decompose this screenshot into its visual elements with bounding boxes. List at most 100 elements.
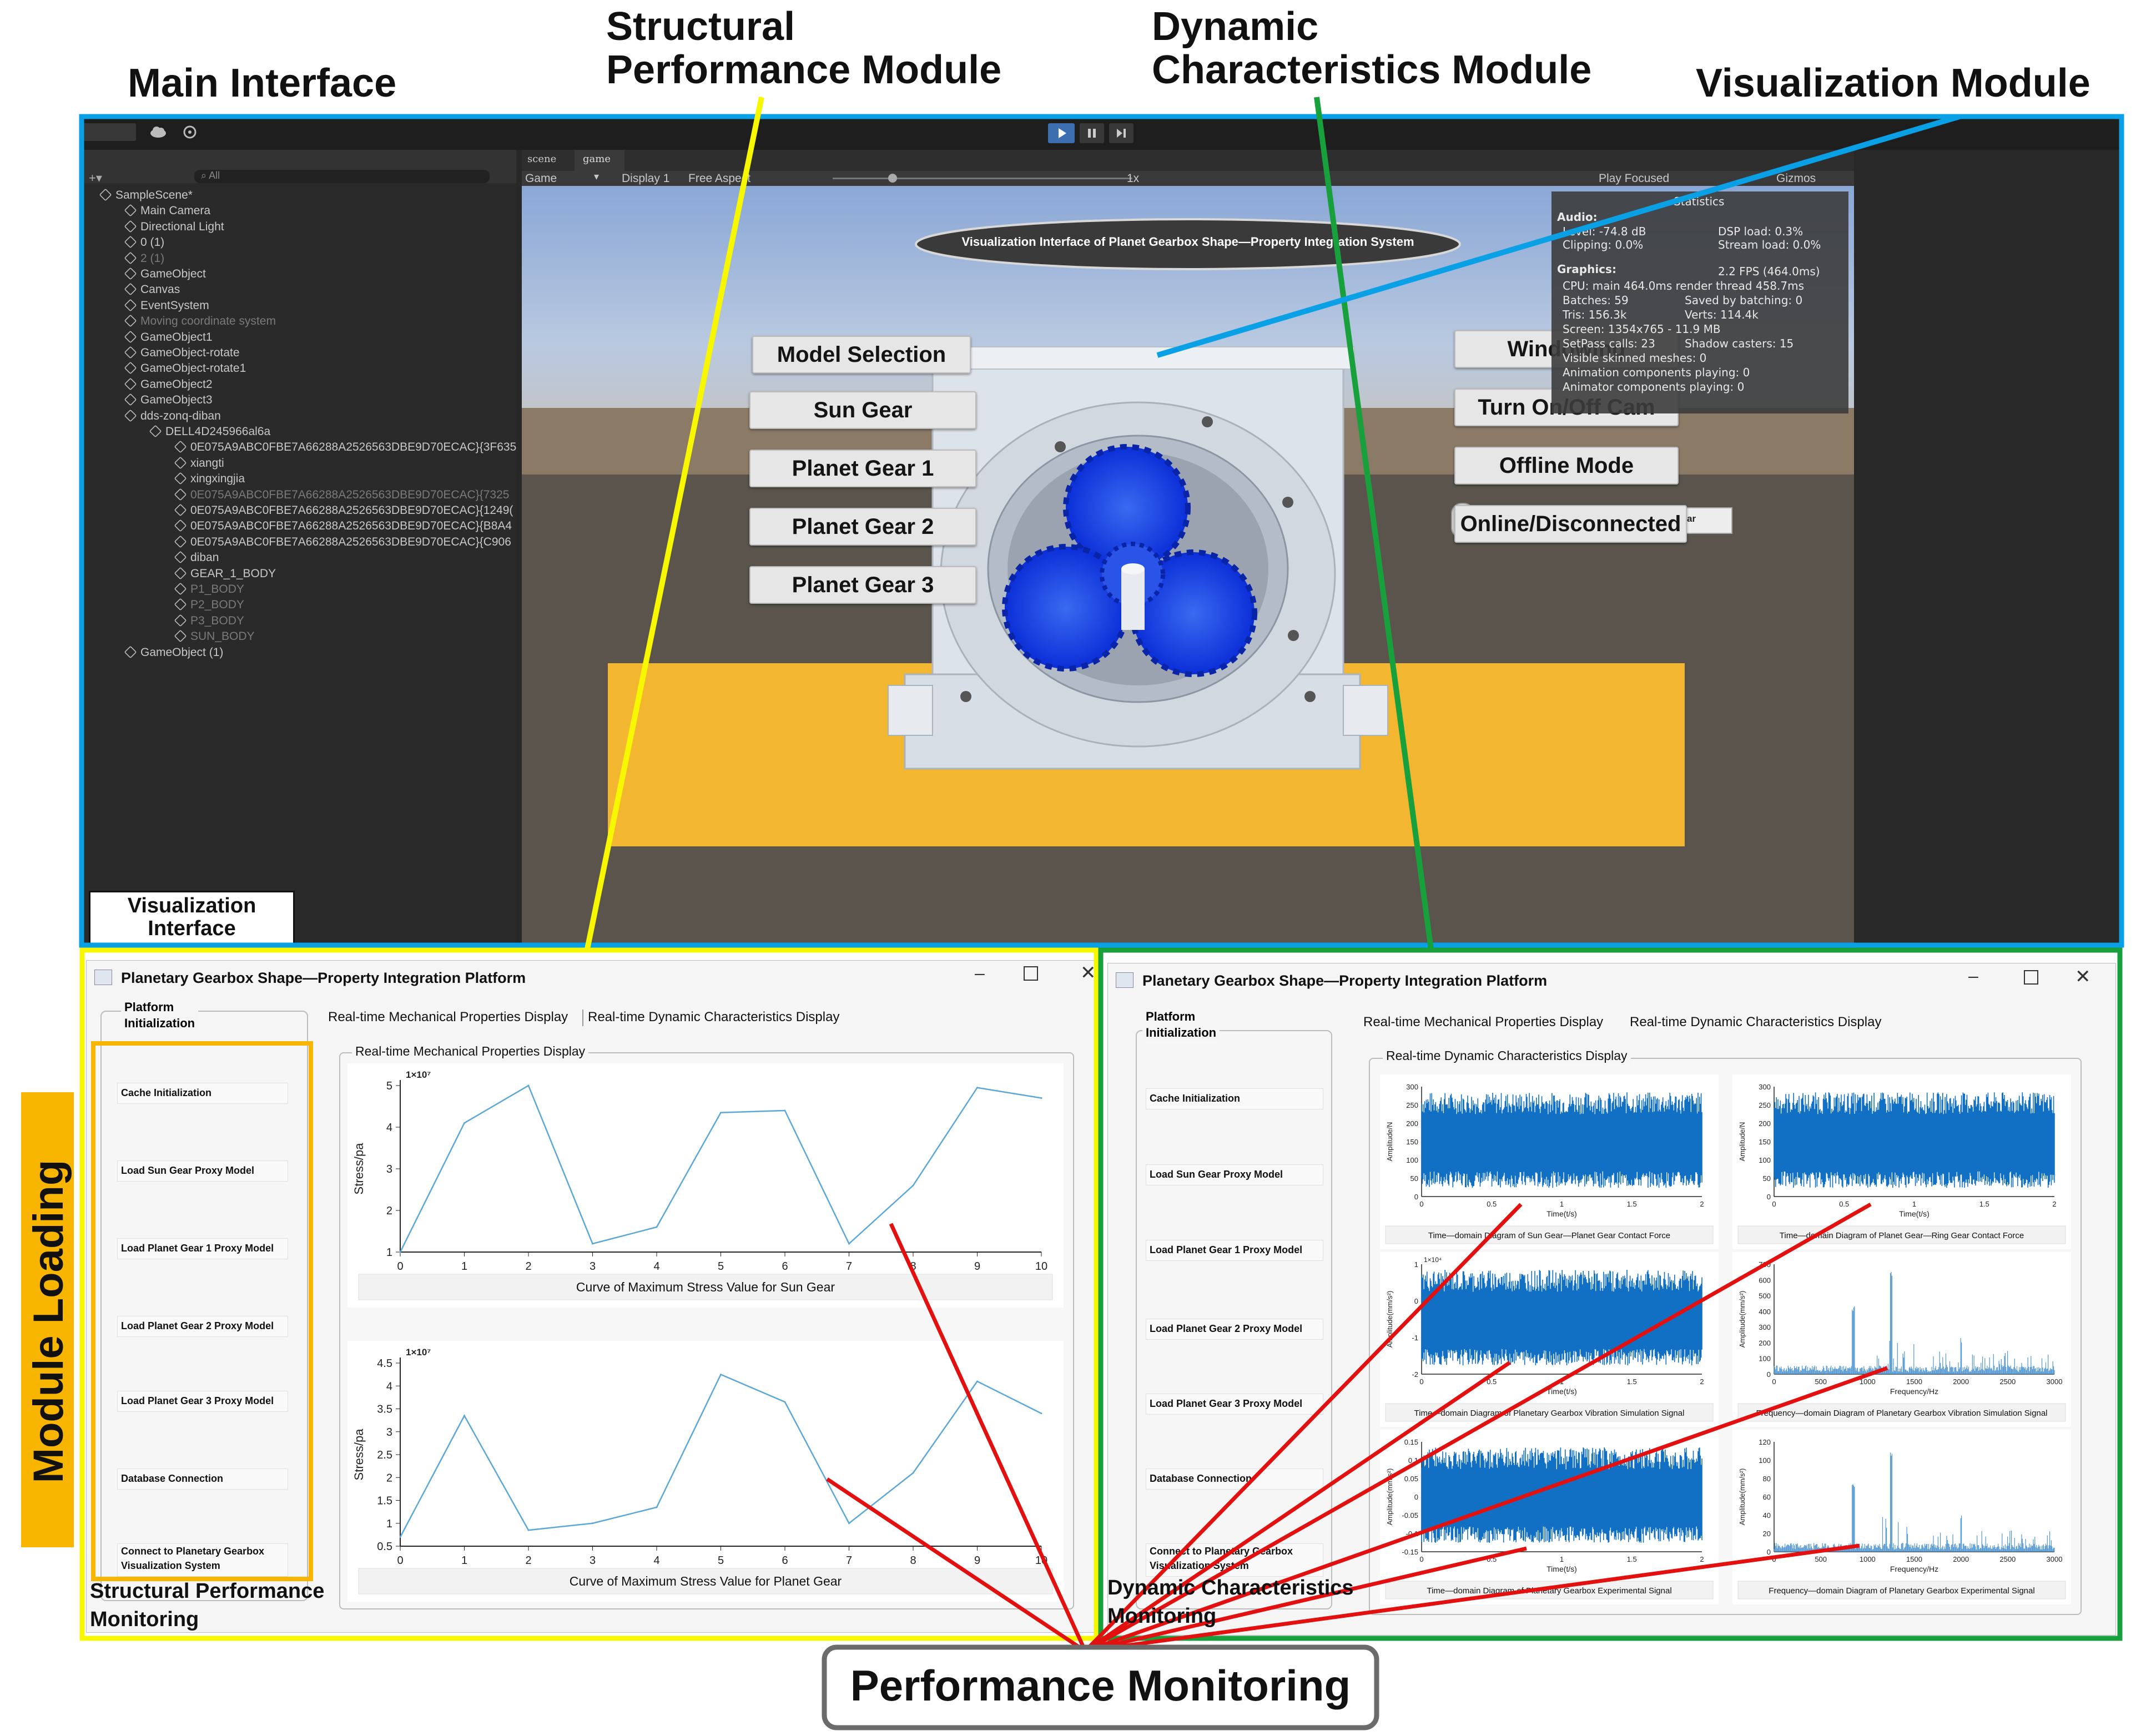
gameobject-icon <box>174 598 187 611</box>
hierarchy-item-label: P3_BODY <box>190 614 244 627</box>
close-icon[interactable]: ✕ <box>2075 966 2091 988</box>
hierarchy-item-label: 2 (1) <box>140 251 165 265</box>
hierarchy-item-label: xiangti <box>190 456 224 470</box>
sidebar-button-7[interactable]: Connect to Planetary Gearbox Visualizati… <box>117 1543 288 1577</box>
hierarchy-item[interactable]: EventSystem <box>124 299 209 315</box>
button-model-selection[interactable]: Model Selection <box>752 336 971 374</box>
sidebar-button-5[interactable]: Load Planet Gear 3 Proxy Model <box>117 1391 288 1412</box>
tab-dynamic[interactable]: Real-time Dynamic Characteristics Displa… <box>588 1010 839 1025</box>
hierarchy-item[interactable]: Main Camera <box>124 204 210 220</box>
sidebar-button-4[interactable]: Load Planet Gear 2 Proxy Model <box>1146 1319 1323 1340</box>
hierarchy-item[interactable]: xingxingjia <box>174 472 245 488</box>
button-planet-gear-3[interactable]: Planet Gear 3 <box>749 566 976 604</box>
sidebar-button-3[interactable]: Load Planet Gear 1 Proxy Model <box>1146 1240 1323 1261</box>
display-dropdown[interactable]: Display 1 <box>622 172 669 185</box>
step-button[interactable] <box>1109 123 1134 143</box>
hierarchy-item[interactable]: dds-zonq-diban <box>124 409 221 425</box>
hierarchy-item[interactable]: GEAR_1_BODY <box>174 567 276 583</box>
stress-point <box>464 1122 465 1124</box>
hierarchy-item[interactable]: SampleScene* <box>99 188 193 204</box>
button-planet-gear-2[interactable]: Planet Gear 2 <box>749 508 976 546</box>
y-tick-label: 300 <box>1406 1083 1418 1091</box>
sidebar-button-6[interactable]: Database Connection <box>117 1468 288 1490</box>
y-tick-label: 600 <box>1759 1276 1771 1284</box>
scale-slider[interactable] <box>833 178 1132 179</box>
chart-caption: Time—domain Diagram of Planetary Gearbox… <box>1414 1409 1685 1418</box>
sidebar-button-6[interactable]: Database Connection <box>1146 1468 1323 1490</box>
sidebar-button-2[interactable]: Load Sun Gear Proxy Model <box>1146 1164 1323 1185</box>
aspect-dropdown[interactable]: Free Aspect <box>688 172 750 185</box>
sidebar-button-5[interactable]: Load Planet Gear 3 Proxy Model <box>1146 1394 1323 1415</box>
hierarchy-item[interactable]: P2_BODY <box>174 598 244 614</box>
sidebar-button-1[interactable]: Cache Initialization <box>117 1083 288 1104</box>
hierarchy-item-label: Moving coordinate system <box>140 315 276 328</box>
hierarchy-item[interactable]: GameObject <box>124 267 206 283</box>
play-button[interactable] <box>1048 123 1075 143</box>
pause-button[interactable] <box>1080 123 1104 143</box>
hierarchy-item[interactable]: 0E075A9ABC0FBE7A66288A2526563DBE9D70ECAC… <box>174 519 512 535</box>
hierarchy-item[interactable]: Canvas <box>124 283 180 299</box>
play-focused-dropdown[interactable]: Play Focused <box>1599 172 1669 185</box>
hierarchy-item[interactable]: GameObject2 <box>124 377 213 393</box>
tab-mechanical[interactable]: Real-time Mechanical Properties Display <box>1363 1015 1603 1030</box>
visualization-module-callout: Visualization Module <box>1696 61 2090 105</box>
sidebar-button-7[interactable]: Connect to Planetary Gearbox Visualizati… <box>1146 1543 1323 1577</box>
x-tick-label: 4 <box>653 1260 659 1273</box>
x-tick-label: 1000 <box>1860 1377 1876 1386</box>
app-icon <box>94 970 112 985</box>
scale-slider-handle[interactable] <box>888 174 897 183</box>
hierarchy-item[interactable]: GameObject1 <box>124 330 213 346</box>
gizmos-dropdown[interactable]: Gizmos <box>1776 172 1816 185</box>
hierarchy-search-input[interactable]: ⌕ All <box>194 170 490 183</box>
button-sun-gear[interactable]: Sun Gear <box>749 391 976 429</box>
close-icon[interactable]: ✕ <box>1080 962 1096 984</box>
tab-mechanical[interactable]: Real-time Mechanical Properties Display <box>328 1010 568 1025</box>
hierarchy-item[interactable]: SUN_BODY <box>174 629 255 645</box>
hierarchy-item[interactable]: GameObject (1) <box>124 645 223 662</box>
hierarchy-item[interactable]: xiangti <box>174 456 224 472</box>
hierarchy-item[interactable]: P3_BODY <box>174 614 244 630</box>
tab-dynamic[interactable]: Real-time Dynamic Characteristics Displa… <box>1630 1015 1881 1030</box>
y-tick-label: 1.5 <box>377 1495 392 1507</box>
sidebar-button-3[interactable]: Load Planet Gear 1 Proxy Model <box>117 1238 288 1259</box>
hierarchy-item[interactable]: 0E075A9ABC0FBE7A66288A2526563DBE9D70ECAC… <box>174 535 511 551</box>
structural-window: Planetary Gearbox Shape—Property Integra… <box>86 960 1096 1633</box>
sidebar-button-1[interactable]: Cache Initialization <box>1146 1088 1323 1109</box>
x-tick-label: 2500 <box>1999 1377 2016 1386</box>
collab-icon[interactable] <box>182 124 198 140</box>
hierarchy-item[interactable]: 0E075A9ABC0FBE7A66288A2526563DBE9D70ECAC… <box>174 441 516 456</box>
cloud-icon[interactable] <box>149 124 168 139</box>
hierarchy-item[interactable]: 0E075A9ABC0FBE7A66288A2526563DBE9D70ECAC… <box>174 503 513 519</box>
hierarchy-item[interactable]: GameObject-rotate1 <box>124 362 246 377</box>
stress-point <box>976 1087 978 1089</box>
hierarchy-item[interactable]: P1_BODY <box>174 582 244 598</box>
button-online-disconnected[interactable]: Online/Disconnected <box>1454 505 1687 543</box>
y-tick-label: 0.05 <box>1404 1475 1418 1483</box>
minimize-icon[interactable]: – <box>975 963 985 983</box>
hierarchy-item[interactable]: GameObject3 <box>124 393 213 409</box>
add-icon[interactable]: +▾ <box>89 171 102 185</box>
hierarchy-item[interactable]: 0E075A9ABC0FBE7A66288A2526563DBE9D70ECAC… <box>174 488 509 504</box>
hierarchy-item[interactable]: 2 (1) <box>124 251 165 268</box>
game-dropdown[interactable]: Game <box>525 172 557 185</box>
multiplier-label: 1×10⁷ <box>406 1069 431 1080</box>
hierarchy-item[interactable]: Directional Light <box>124 220 224 236</box>
hierarchy-item[interactable]: 0 (1) <box>124 235 164 251</box>
sidebar-button-2[interactable]: Load Sun Gear Proxy Model <box>117 1160 288 1182</box>
hierarchy-item[interactable]: GameObject-rotate <box>124 346 240 362</box>
x-tick-label: 1 <box>461 1260 467 1273</box>
hierarchy-item[interactable]: Moving coordinate system <box>124 314 276 330</box>
hierarchy-item[interactable]: diban <box>174 551 219 567</box>
minimize-icon[interactable]: – <box>1968 966 1978 986</box>
sidebar-button-4[interactable]: Load Planet Gear 2 Proxy Model <box>117 1316 288 1337</box>
tab-game[interactable]: game <box>583 153 611 165</box>
button-offline-mode[interactable]: Offline Mode <box>1454 447 1679 485</box>
tab-scene[interactable]: scene <box>527 153 556 165</box>
maximize-icon[interactable] <box>2024 970 2038 985</box>
stats-verts: Verts: 114.4k <box>1685 308 1759 321</box>
hierarchy-item[interactable]: DELL4D245966al6a <box>149 425 270 441</box>
account-dropdown[interactable] <box>83 123 136 141</box>
maximize-icon[interactable] <box>1024 966 1038 981</box>
y-tick-label: 3.5 <box>377 1404 392 1416</box>
button-planet-gear-1[interactable]: Planet Gear 1 <box>749 450 976 487</box>
